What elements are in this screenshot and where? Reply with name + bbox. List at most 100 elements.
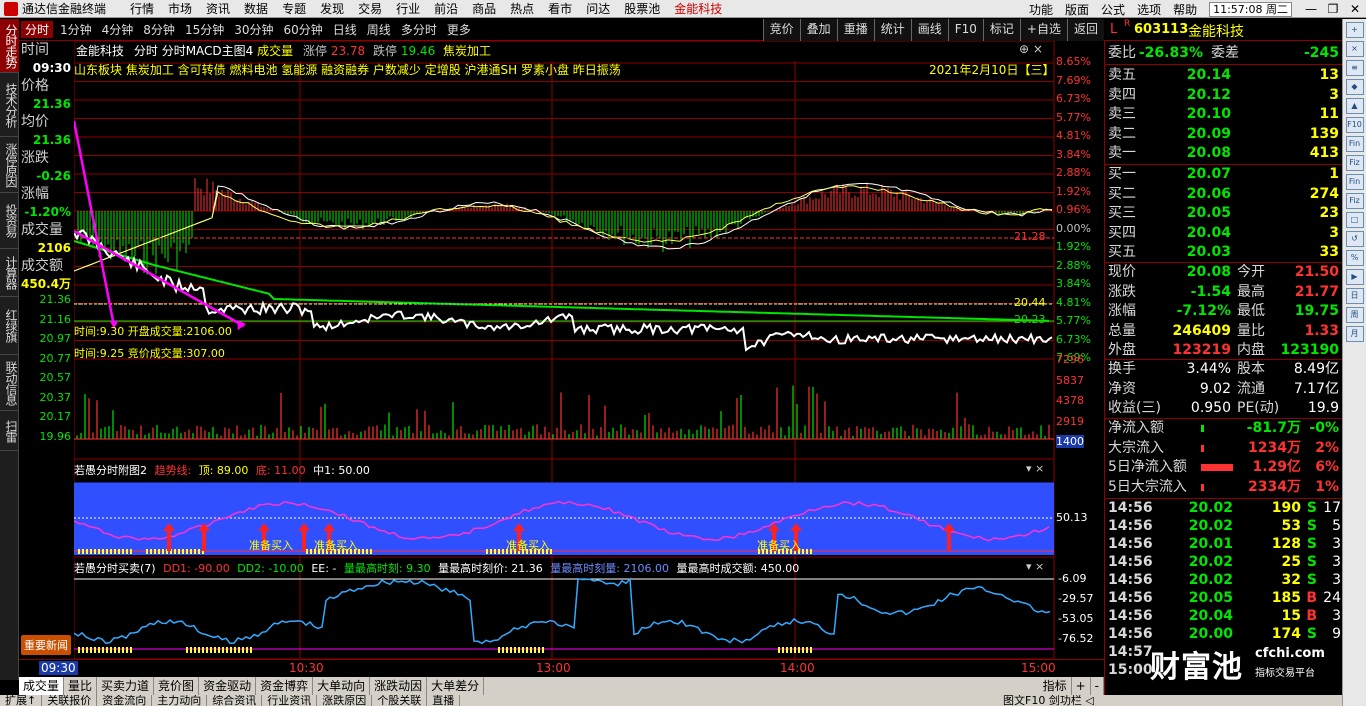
menu-item-7[interactable]: 行业 — [396, 0, 420, 17]
indicator-tab-3[interactable]: 竞价图 — [154, 677, 200, 695]
flow-pct: -0% — [1309, 420, 1339, 436]
indicator-tab-6[interactable]: 大单动向 — [313, 677, 371, 695]
toolbar-button-11[interactable]: ↺ — [1345, 231, 1364, 247]
side-tab-5[interactable]: 红绿旗 — [0, 297, 19, 355]
chart-tool-0[interactable]: 竞价 — [762, 19, 800, 41]
menu-item-9[interactable]: 商品 — [472, 0, 496, 17]
indicator-tab-2[interactable]: 买卖力道 — [97, 677, 155, 695]
side-tab-4[interactable]: 计算器 — [0, 249, 19, 297]
period-tab-6[interactable]: 60分钟 — [284, 21, 323, 38]
chart-tool-7[interactable]: +自选 — [1019, 19, 1067, 41]
side-tab-6[interactable]: 联动信息 — [0, 355, 19, 411]
indicator-tab-4[interactable]: 资金驱动 — [199, 677, 257, 695]
period-tab-1[interactable]: 1分钟 — [60, 21, 92, 38]
important-news-button[interactable]: 重要新闻 — [21, 635, 71, 655]
indicator-tab-0[interactable]: 成交量 — [19, 677, 65, 695]
status-right[interactable]: 图文F10 剑功栏 ◁ — [1003, 695, 1094, 706]
toolbar-button-15[interactable]: 周 — [1345, 307, 1364, 323]
menu-item-5[interactable]: 发现 — [320, 0, 344, 17]
menu-right-item-0[interactable]: 功能 — [1029, 1, 1053, 18]
menu-item-4[interactable]: 专题 — [282, 0, 306, 17]
sub1-close-icon[interactable]: ▾ × — [1026, 462, 1044, 475]
toolbar-button-0[interactable]: + — [1345, 22, 1364, 38]
status-item-4[interactable]: 综合资讯 — [207, 695, 263, 706]
indicator-tab-7[interactable]: 涨跌动因 — [370, 677, 428, 695]
minimize-icon[interactable]: — — [1300, 2, 1322, 16]
status-item-6[interactable]: 涨跌原因 — [317, 695, 373, 706]
menu-item-0[interactable]: 行情 — [130, 0, 154, 17]
chart-tool-2[interactable]: 重播 — [836, 19, 874, 41]
period-tab-8[interactable]: 周线 — [367, 21, 391, 38]
status-item-1[interactable]: 关联报价 — [42, 695, 98, 706]
chart-tool-5[interactable]: F10 — [947, 19, 983, 41]
menu-right-item-2[interactable]: 公式 — [1101, 1, 1125, 18]
close-icon[interactable]: ✕ — [1344, 2, 1366, 16]
menu-right-item-3[interactable]: 选项 — [1137, 1, 1161, 18]
zoom-in-button[interactable]: + — [1072, 677, 1091, 695]
side-tab-0[interactable]: 分时走势 — [0, 19, 19, 73]
indicator-tab-5[interactable]: 资金博弈 — [256, 677, 314, 695]
period-tab-5[interactable]: 30分钟 — [234, 21, 273, 38]
menu-item-2[interactable]: 资讯 — [206, 0, 230, 17]
period-tab-2[interactable]: 4分钟 — [102, 21, 134, 38]
chart-tool-3[interactable]: 统计 — [873, 19, 911, 41]
toolbar-button-7[interactable]: Fiz — [1345, 155, 1364, 171]
menu-item-1[interactable]: 市场 — [168, 0, 192, 17]
chart-header-icons[interactable]: ⊕ × — [1019, 42, 1043, 56]
toolbar-button-4[interactable]: ▲ — [1345, 98, 1364, 114]
side-tab-1[interactable]: 技术分析 — [0, 73, 19, 137]
toolbar-button-1[interactable]: × — [1345, 41, 1364, 57]
period-tab-10[interactable]: 更多 — [447, 21, 471, 38]
chart-tool-1[interactable]: 叠加 — [799, 19, 837, 41]
toolbar-button-16[interactable]: 月 — [1345, 326, 1364, 342]
menu-item-14[interactable]: 金能科技 — [674, 0, 722, 17]
period-tab-0[interactable]: 分时 — [21, 21, 54, 38]
toolbar-button-12[interactable]: % — [1345, 250, 1364, 266]
side-tab-2[interactable]: 涨停原因 — [0, 137, 19, 193]
toolbar-button-9[interactable]: Fiz — [1345, 193, 1364, 209]
toolbar-button-6[interactable]: Fin — [1345, 136, 1364, 152]
period-tab-3[interactable]: 8分钟 — [143, 21, 175, 38]
status-item-8[interactable]: 直播 — [427, 695, 461, 706]
menu-right-item-1[interactable]: 版面 — [1065, 1, 1089, 18]
toolbar-button-8[interactable]: Fin — [1345, 174, 1364, 190]
menu-item-12[interactable]: 问达 — [586, 0, 610, 17]
status-item-2[interactable]: 资金流向 — [97, 695, 153, 706]
level-line-label-2: 20.44 — [1014, 296, 1046, 309]
sub1-signal-dot — [122, 549, 124, 554]
menu-right-item-4[interactable]: 帮助 — [1173, 1, 1197, 18]
intraday-chart-area[interactable]: 金能科技 分时 分时MACD主图4 成交量 涨停 23.78 跌停 19.46 … — [74, 41, 1104, 659]
status-item-3[interactable]: 主力动向 — [152, 695, 208, 706]
toolbar-button-10[interactable]: □ — [1345, 212, 1364, 228]
side-tab-7[interactable]: 扫雷 — [0, 411, 19, 451]
period-tab-7[interactable]: 日线 — [333, 21, 357, 38]
toolbar-button-2[interactable]: ≡ — [1345, 60, 1364, 76]
indicator-tab-1[interactable]: 量比 — [64, 677, 98, 695]
side-tab-3[interactable]: 投资易 — [0, 193, 19, 249]
menu-item-3[interactable]: 数据 — [244, 0, 268, 17]
chart-tool-8[interactable]: 返回 — [1066, 19, 1104, 41]
chart-tool-6[interactable]: 标记 — [982, 19, 1020, 41]
sub2-close-icon[interactable]: ▾ × — [1026, 560, 1044, 573]
volume-axis-label: 7296 — [1056, 353, 1084, 366]
period-tab-4[interactable]: 15分钟 — [185, 21, 224, 38]
period-tab-9[interactable]: 多分时 — [401, 21, 437, 38]
status-item-5[interactable]: 行业资讯 — [262, 695, 318, 706]
sub2-signal-dot — [94, 647, 96, 653]
toolbar-button-3[interactable]: ◆ — [1345, 79, 1364, 95]
menu-item-10[interactable]: 热点 — [510, 0, 534, 17]
chart-tool-4[interactable]: 画线 — [910, 19, 948, 41]
indicator-tab-8[interactable]: 大单差分 — [427, 677, 485, 695]
toolbar-button-13[interactable]: ▶ — [1345, 269, 1364, 285]
menu-item-13[interactable]: 股票池 — [624, 0, 660, 17]
menu-item-11[interactable]: 看市 — [548, 0, 572, 17]
zoom-out-button[interactable]: - — [1091, 677, 1104, 695]
status-item-7[interactable]: 个股关联 — [372, 695, 428, 706]
indicator-menu-button[interactable]: 指标 — [1039, 677, 1072, 695]
maximize-icon[interactable]: ❐ — [1322, 2, 1344, 16]
toolbar-button-14[interactable]: 日 — [1345, 288, 1364, 304]
menu-item-8[interactable]: 前沿 — [434, 0, 458, 17]
status-item-0[interactable]: 扩展↑ — [0, 695, 43, 706]
toolbar-button-5[interactable]: F10 — [1345, 117, 1364, 133]
menu-item-6[interactable]: 交易 — [358, 0, 382, 17]
